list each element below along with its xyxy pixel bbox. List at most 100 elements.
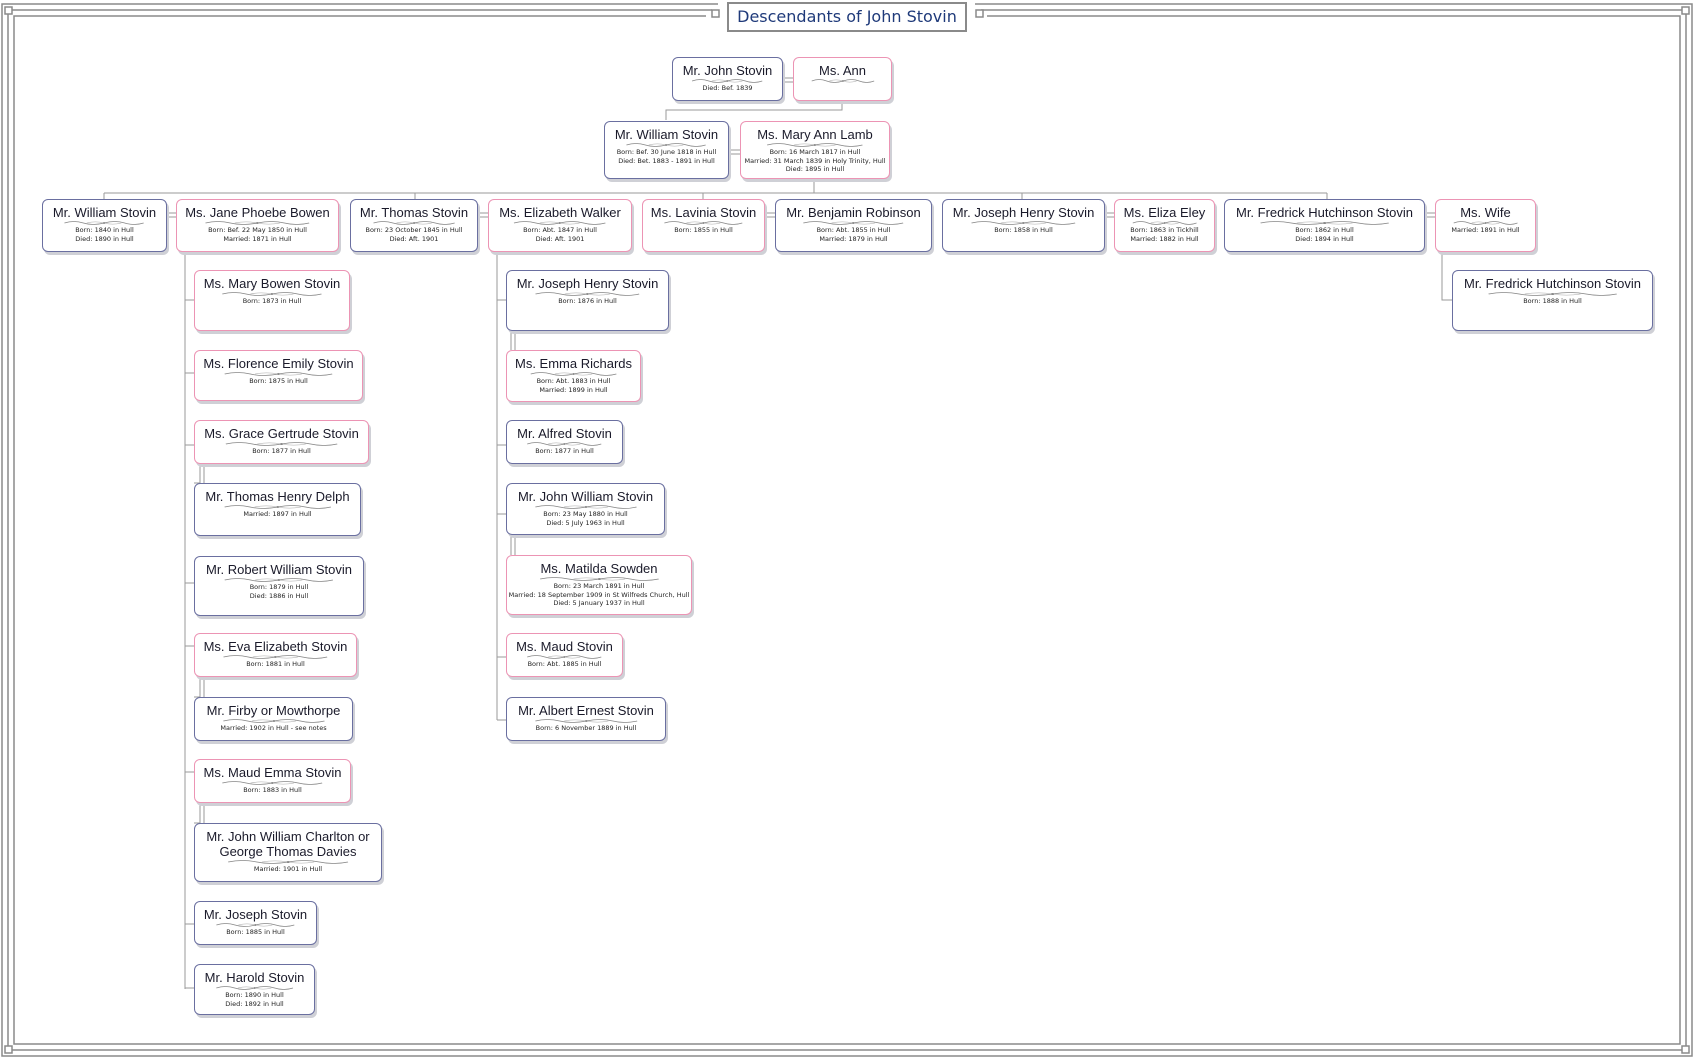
person-box-fredrick-sr[interactable]: Mr. Fredrick Hutchinson Stovin Born: 1862…: [1224, 199, 1425, 252]
person-detail: Married: 18 September 1909 in St Wilfred…: [508, 590, 690, 599]
person-detail: Died: 5 January 1937 in Hull: [553, 599, 645, 607]
person-name: Ms. Eva Elizabeth Stovin: [203, 639, 348, 654]
person-detail: Born: Bef. 30 June 1818 in Hull: [616, 148, 717, 156]
person-name: Mr. Fredrick Hutchinson Stovin: [1235, 205, 1413, 220]
person-name: Mr. Harold Stovin: [204, 970, 305, 985]
person-name: Ms. Mary Ann Lamb: [757, 127, 873, 142]
person-box-lavinia[interactable]: Ms. Lavinia Stovin Born: 1855 in Hull: [642, 199, 765, 252]
person-detail: Born: 23 May 1880 in Hull: [543, 510, 628, 518]
person-box-harold[interactable]: Mr. Harold Stovin Born: 1890 in Hull Died:…: [194, 964, 315, 1015]
person-box-ann[interactable]: Ms. Ann: [793, 57, 892, 101]
person-name: Mr. Joseph Henry Stovin: [952, 205, 1095, 220]
person-name: Mr. Benjamin Robinson: [786, 205, 921, 220]
person-detail: Died: Aft. 1901: [535, 234, 585, 243]
person-detail: Died: 1895 in Hull: [785, 165, 845, 173]
person-detail: Born: 1855 in Hull: [674, 226, 733, 234]
person-box-joseph-henry-sr[interactable]: Mr. Joseph Henry Stovin Born: 1858 in Hul…: [942, 199, 1105, 252]
person-box-joseph-henry-jr[interactable]: Mr. Joseph Henry Stovin Born: 1876 in Hul…: [506, 270, 669, 331]
person-box-elizabeth[interactable]: Ms. Elizabeth Walker Born: Abt. 1847 in H…: [488, 199, 632, 252]
person-detail: Married: 1879 in Hull: [819, 234, 888, 243]
person-name: Mr. Fredrick Hutchinson Stovin: [1463, 276, 1641, 291]
person-detail: Died: 1886 in Hull: [249, 591, 309, 600]
person-detail: Born: 1877 in Hull: [252, 447, 311, 455]
person-box-william-sr[interactable]: Mr. William Stovin Born: Bef. 30 June 181…: [604, 121, 729, 179]
person-detail: Born: 1883 in Hull: [243, 786, 302, 794]
person-box-john[interactable]: Mr. John Stovin Died: Bef. 1839: [672, 57, 783, 101]
person-box-fredrick-jr[interactable]: Mr. Fredrick Hutchinson Stovin Born: 1888…: [1452, 270, 1653, 331]
person-box-florence[interactable]: Ms. Florence Emily Stovin Born: 1875 in H…: [194, 350, 363, 401]
person-name: Ms. Lavinia Stovin: [650, 205, 757, 220]
person-detail: Born: 1873 in Hull: [242, 297, 302, 305]
person-detail: Born: Abt. 1883 in Hull: [536, 377, 611, 385]
person-box-eliza[interactable]: Ms. Eliza Eley Born: 1863 in Tickhill Marr…: [1114, 199, 1215, 252]
person-name: Mr. Robert William Stovin: [206, 562, 352, 577]
person-name: Mr. John William Charlton or George Thom…: [206, 829, 370, 859]
person-box-william-jr[interactable]: Mr. William Stovin Born: 1840 in Hull Died…: [42, 199, 167, 252]
person-name: Mr. Thomas Henry Delph: [205, 489, 350, 504]
person-box-mary-bowen[interactable]: Ms. Mary Bowen Stovin Born: 1873 in Hull: [194, 270, 350, 331]
person-box-emma[interactable]: Ms. Emma Richards Born: Abt. 1883 in Hull…: [506, 350, 641, 402]
person-box-grace[interactable]: Ms. Grace Gertrude Stovin Born: 1877 in H…: [194, 420, 369, 464]
person-detail: Died: Aft. 1901: [389, 234, 439, 243]
person-detail: Born: 1862 in Hull: [1295, 226, 1354, 234]
person-detail: Born: 1888 in Hull: [1523, 297, 1582, 305]
person-box-alfred[interactable]: Mr. Alfred Stovin Born: 1877 in Hull: [506, 420, 623, 464]
person-detail: Born: Abt. 1847 in Hull: [523, 226, 597, 234]
person-box-robert[interactable]: Mr. Robert William Stovin Born: 1879 in H…: [194, 556, 364, 616]
person-name: Ms. Elizabeth Walker: [499, 205, 621, 220]
person-box-thomas-delph[interactable]: Mr. Thomas Henry Delph Married: 1897 in H…: [194, 483, 361, 536]
person-detail: Born: Abt. 1885 in Hull: [527, 660, 602, 668]
person-box-maud[interactable]: Ms. Maud Stovin Born: Abt. 1885 in Hull: [506, 633, 623, 677]
person-name: Mr. Joseph Henry Stovin: [516, 276, 659, 291]
person-name: Ms. Wife: [1460, 205, 1511, 220]
person-name: Mr. Thomas Stovin: [359, 205, 469, 220]
person-detail: Born: 1877 in Hull: [535, 447, 594, 455]
person-detail: Born: 1858 in Hull: [994, 226, 1053, 234]
person-detail: Born: 23 March 1891 in Hull: [553, 582, 645, 590]
person-detail: Married: 1899 in Hull: [539, 385, 608, 394]
person-detail: Born: Bef. 22 May 1850 in Hull: [208, 226, 307, 234]
person-detail: Born: 1881 in Hull: [246, 660, 305, 668]
person-detail: Died: Bet. 1883 - 1891 in Hull: [618, 156, 715, 165]
family-tree-chart: Descendants of John Stovin Mr. John Stov…: [0, 0, 1694, 1059]
person-detail: Married: 1901 in Hull: [253, 865, 323, 873]
person-detail: Born: Abt. 1855 in Hull: [816, 226, 891, 234]
person-box-eva[interactable]: Ms. Eva Elizabeth Stovin Born: 1881 in Hu…: [194, 633, 357, 677]
person-name: Ms. Jane Phoebe Bowen: [185, 205, 330, 220]
person-box-benjamin[interactable]: Mr. Benjamin Robinson Born: Abt. 1855 in …: [775, 199, 932, 252]
person-name: Ms. Mary Bowen Stovin: [203, 276, 341, 291]
person-detail: Died: 1894 in Hull: [1295, 234, 1354, 243]
person-detail: Born: 23 October 1845 in Hull: [365, 226, 463, 234]
person-box-albert[interactable]: Mr. Albert Ernest Stovin Born: 6 November…: [506, 697, 666, 741]
person-detail: Born: 6 November 1889 in Hull: [535, 724, 637, 732]
person-box-jane[interactable]: Ms. Jane Phoebe Bowen Born: Bef. 22 May 1…: [176, 199, 339, 252]
person-box-mary-ann[interactable]: Ms. Mary Ann Lamb Born: 16 March 1817 in …: [740, 121, 890, 179]
person-detail: Married: 1891 in Hull: [1451, 226, 1520, 234]
person-detail: Married: 1897 in Hull: [243, 510, 312, 518]
person-box-firby[interactable]: Mr. Firby or Mowthorpe Married: 1902 in H…: [194, 697, 353, 741]
person-detail: Died: 5 July 1963 in Hull: [546, 518, 625, 527]
person-box-john-charlton[interactable]: Mr. John William Charlton or George Thom…: [194, 823, 382, 882]
person-detail: Died: Bef. 1839: [702, 84, 753, 92]
person-name: Mr. Alfred Stovin: [517, 426, 612, 441]
person-box-john-william[interactable]: Mr. John William Stovin Born: 23 May 1880…: [506, 483, 665, 535]
ornament-flourish: [811, 79, 874, 83]
person-box-matilda[interactable]: Ms. Matilda Sowden Born: 23 March 1891 in…: [506, 555, 692, 615]
person-detail: Died: 1890 in Hull: [75, 234, 134, 243]
person-name: Ms. Ann: [819, 63, 866, 78]
person-detail: Married: 31 March 1839 in Holy Trinity, …: [744, 156, 886, 165]
person-detail: Born: 1840 in Hull: [75, 226, 134, 234]
person-box-joseph[interactable]: Mr. Joseph Stovin Born: 1885 in Hull: [194, 901, 317, 945]
person-name: Mr. Firby or Mowthorpe: [206, 703, 341, 718]
person-box-maud-emma[interactable]: Ms. Maud Emma Stovin Born: 1883 in Hull: [194, 759, 351, 803]
person-detail: Born: 16 March 1817 in Hull: [769, 148, 861, 156]
person-name: Ms. Maud Stovin: [516, 639, 613, 654]
person-detail: Born: 1875 in Hull: [249, 377, 308, 385]
person-name: Ms. Emma Richards: [514, 356, 633, 371]
person-box-thomas[interactable]: Mr. Thomas Stovin Born: 23 October 1845 i…: [350, 199, 478, 252]
person-detail: Born: 1863 in Tickhill: [1130, 226, 1199, 234]
person-name: Ms. Florence Emily Stovin: [203, 356, 354, 371]
person-name: Ms. Maud Emma Stovin: [203, 765, 342, 780]
person-name: Mr. Albert Ernest Stovin: [518, 703, 654, 718]
person-box-wife[interactable]: Ms. Wife Married: 1891 in Hull: [1435, 199, 1536, 252]
